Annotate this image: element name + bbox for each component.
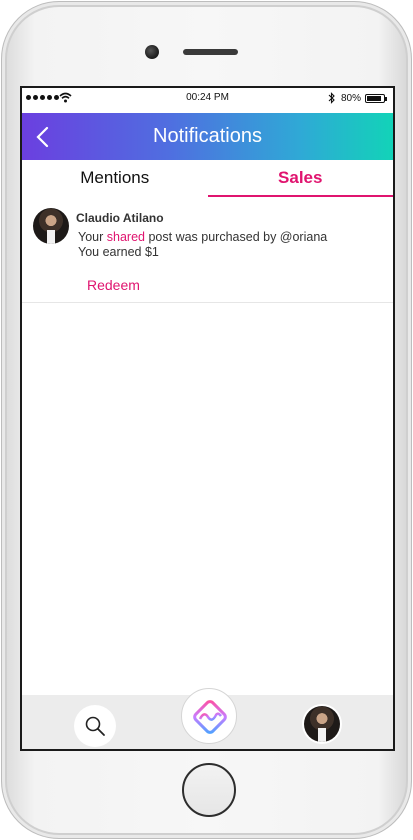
notification-message: Your shared post was purchased by @orian… (78, 230, 327, 245)
notification-user-name: Claudio Atilano (76, 211, 164, 225)
bottom-nav-bar (22, 688, 393, 749)
redeem-link[interactable]: Redeem (87, 277, 140, 293)
tab-sales[interactable]: Sales (207, 160, 393, 197)
app-logo-icon (193, 700, 227, 734)
battery-icon (365, 94, 387, 103)
avatar (33, 208, 69, 244)
home-logo-button[interactable] (181, 688, 237, 744)
notification-tabs: Mentions Sales (22, 160, 393, 197)
message-prefix: Your (78, 230, 104, 244)
search-button[interactable] (74, 705, 116, 747)
search-icon (85, 716, 105, 736)
status-bar: 00:24 PM 80% (22, 88, 393, 110)
status-time: 00:24 PM (186, 92, 229, 103)
page-title: Notifications (153, 125, 262, 147)
home-button[interactable] (182, 763, 236, 817)
message-highlight: shared (106, 230, 145, 244)
app-screen: 00:24 PM 80% Notifications Mentions Sale… (20, 86, 395, 751)
earpiece-speaker (183, 49, 238, 55)
front-camera (145, 45, 159, 59)
notification-item[interactable]: Claudio Atilano Your shared post was pur… (22, 198, 393, 303)
tab-mentions[interactable]: Mentions (22, 160, 208, 197)
app-header: Notifications (22, 113, 393, 160)
message-suffix: post was purchased by @oriana (148, 230, 328, 244)
avatar (304, 706, 340, 742)
profile-button[interactable] (302, 704, 342, 744)
battery-percentage: 80% (341, 93, 362, 104)
bluetooth-icon (328, 92, 335, 104)
earned-text: You earned $1 (78, 245, 159, 259)
